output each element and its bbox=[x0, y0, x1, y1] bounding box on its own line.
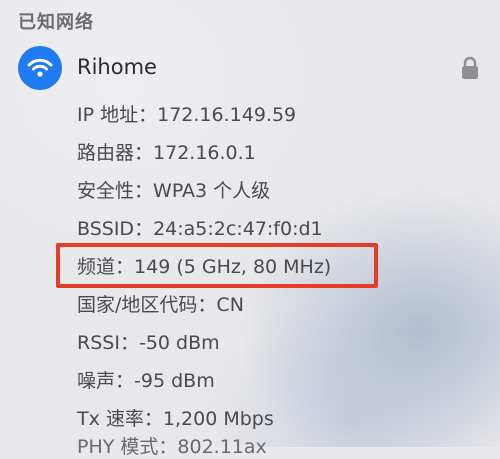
detail-row-phy-mode: PHY 模式：802.11ax bbox=[77, 436, 267, 458]
detail-value: -95 dBm bbox=[134, 370, 215, 392]
detail-value: 802.11ax bbox=[177, 436, 267, 458]
detail-label: PHY 模式 bbox=[77, 436, 159, 458]
detail-value: 24:a5:2c:47:f0:d1 bbox=[153, 218, 323, 240]
detail-label: BSSID bbox=[77, 218, 135, 240]
detail-row-ip: IP 地址：172.16.149.59 bbox=[77, 104, 297, 126]
network-icon-badge bbox=[18, 46, 62, 90]
detail-row-security: 安全性：WPA3 个人级 bbox=[77, 180, 271, 202]
detail-label: IP 地址 bbox=[77, 104, 139, 126]
detail-label: 路由器 bbox=[77, 142, 135, 164]
detail-label: 安全性 bbox=[77, 180, 135, 202]
detail-row-router: 路由器：172.16.0.1 bbox=[77, 142, 256, 164]
detail-row-country-code: 国家/地区代码：CN bbox=[77, 294, 244, 316]
detail-value: -50 dBm bbox=[138, 332, 220, 354]
detail-value: 172.16.149.59 bbox=[157, 104, 297, 126]
detail-label: Tx 速率 bbox=[77, 408, 144, 430]
network-name[interactable]: Rihome bbox=[77, 55, 157, 79]
lock-icon bbox=[462, 56, 478, 79]
detail-row-noise: 噪声：-95 dBm bbox=[77, 370, 215, 392]
detail-value: 172.16.0.1 bbox=[153, 142, 256, 164]
detail-label: RSSI bbox=[77, 332, 120, 354]
detail-label: 噪声 bbox=[77, 370, 116, 392]
section-title: 已知网络 bbox=[18, 12, 94, 33]
detail-value: 1,200 Mbps bbox=[162, 408, 274, 430]
channel-highlight-box bbox=[56, 243, 378, 288]
detail-label: 国家/地区代码 bbox=[77, 294, 198, 316]
wifi-icon bbox=[27, 58, 53, 77]
detail-value: WPA3 个人级 bbox=[153, 180, 271, 202]
detail-value: CN bbox=[216, 294, 244, 316]
detail-row-rssi: RSSI：-50 dBm bbox=[77, 332, 220, 354]
